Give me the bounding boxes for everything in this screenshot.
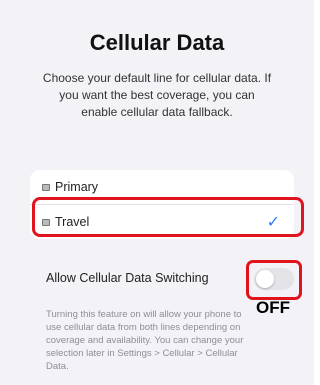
cellular-data-sheet: Cellular Data Choose your default line f… <box>0 0 314 385</box>
toggle-highlight-outline <box>246 260 302 300</box>
sim-card-icon <box>42 183 50 191</box>
data-switching-label: Allow Cellular Data Switching <box>46 271 209 285</box>
line-option-label: Primary <box>55 180 99 194</box>
travel-highlight-outline <box>32 197 304 237</box>
page-title: Cellular Data <box>89 30 225 55</box>
page-subtitle: Choose your default line for cellular da… <box>42 71 272 119</box>
toggle-state-annotation: OFF <box>256 298 290 317</box>
data-switching-footnote: Turning this feature on will allow your … <box>46 309 244 372</box>
